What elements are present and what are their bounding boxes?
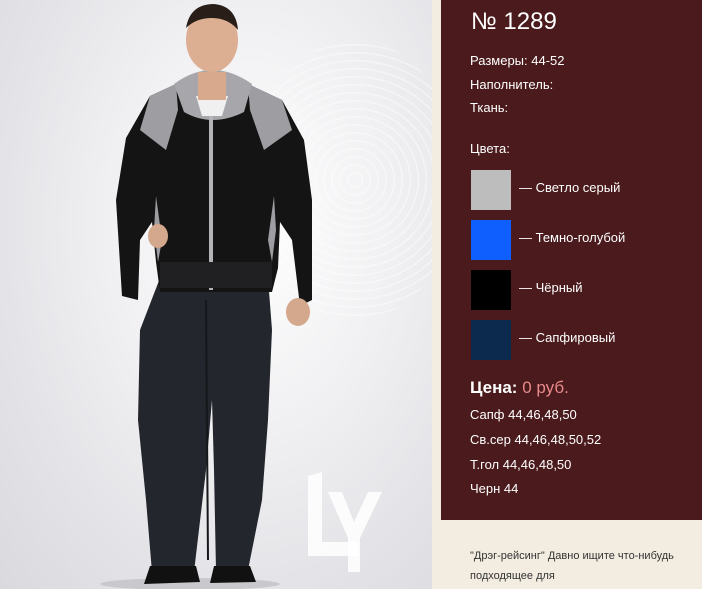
color-label-sapphire: — Сапфировый bbox=[519, 330, 616, 345]
color-swatch-black[interactable] bbox=[471, 270, 511, 310]
fabric-text: Ткань: bbox=[470, 100, 509, 115]
size-line-sapphire: Сапф 44,46,48,50 bbox=[470, 407, 577, 422]
product-photo bbox=[0, 0, 432, 589]
size-line-light-grey: Св.сер 44,46,48,50,52 bbox=[470, 432, 602, 447]
color-swatch-dark-blue[interactable] bbox=[471, 220, 511, 260]
product-info-panel: № 1289 Размеры: 44-52 Наполнитель: Ткань… bbox=[441, 0, 702, 520]
sizes-text: Размеры: 44-52 bbox=[470, 53, 565, 68]
color-label-dark-blue: — Темно-голубой bbox=[519, 230, 626, 245]
price-value: 0 руб. bbox=[522, 378, 569, 397]
footer-description: "Дрэг-рейсинг" Давно ищите что-нибудь по… bbox=[470, 550, 674, 582]
size-line-dark-blue: Т.гол 44,46,48,50 bbox=[470, 457, 572, 472]
size-line-black: Черн 44 bbox=[470, 481, 519, 496]
brand-logo bbox=[308, 472, 382, 572]
price-label: Цена: bbox=[470, 378, 518, 397]
color-label-light-grey: — Светло серый bbox=[519, 180, 621, 195]
color-swatch-sapphire[interactable] bbox=[471, 320, 511, 360]
price: Цена: 0 руб. bbox=[470, 378, 569, 398]
filler-text: Наполнитель: bbox=[470, 77, 554, 92]
color-label-black: — Чёрный bbox=[519, 280, 583, 295]
product-number: № 1289 bbox=[471, 8, 557, 35]
color-swatch-light-grey[interactable] bbox=[471, 170, 511, 210]
colors-label: Цвета: bbox=[470, 141, 510, 156]
